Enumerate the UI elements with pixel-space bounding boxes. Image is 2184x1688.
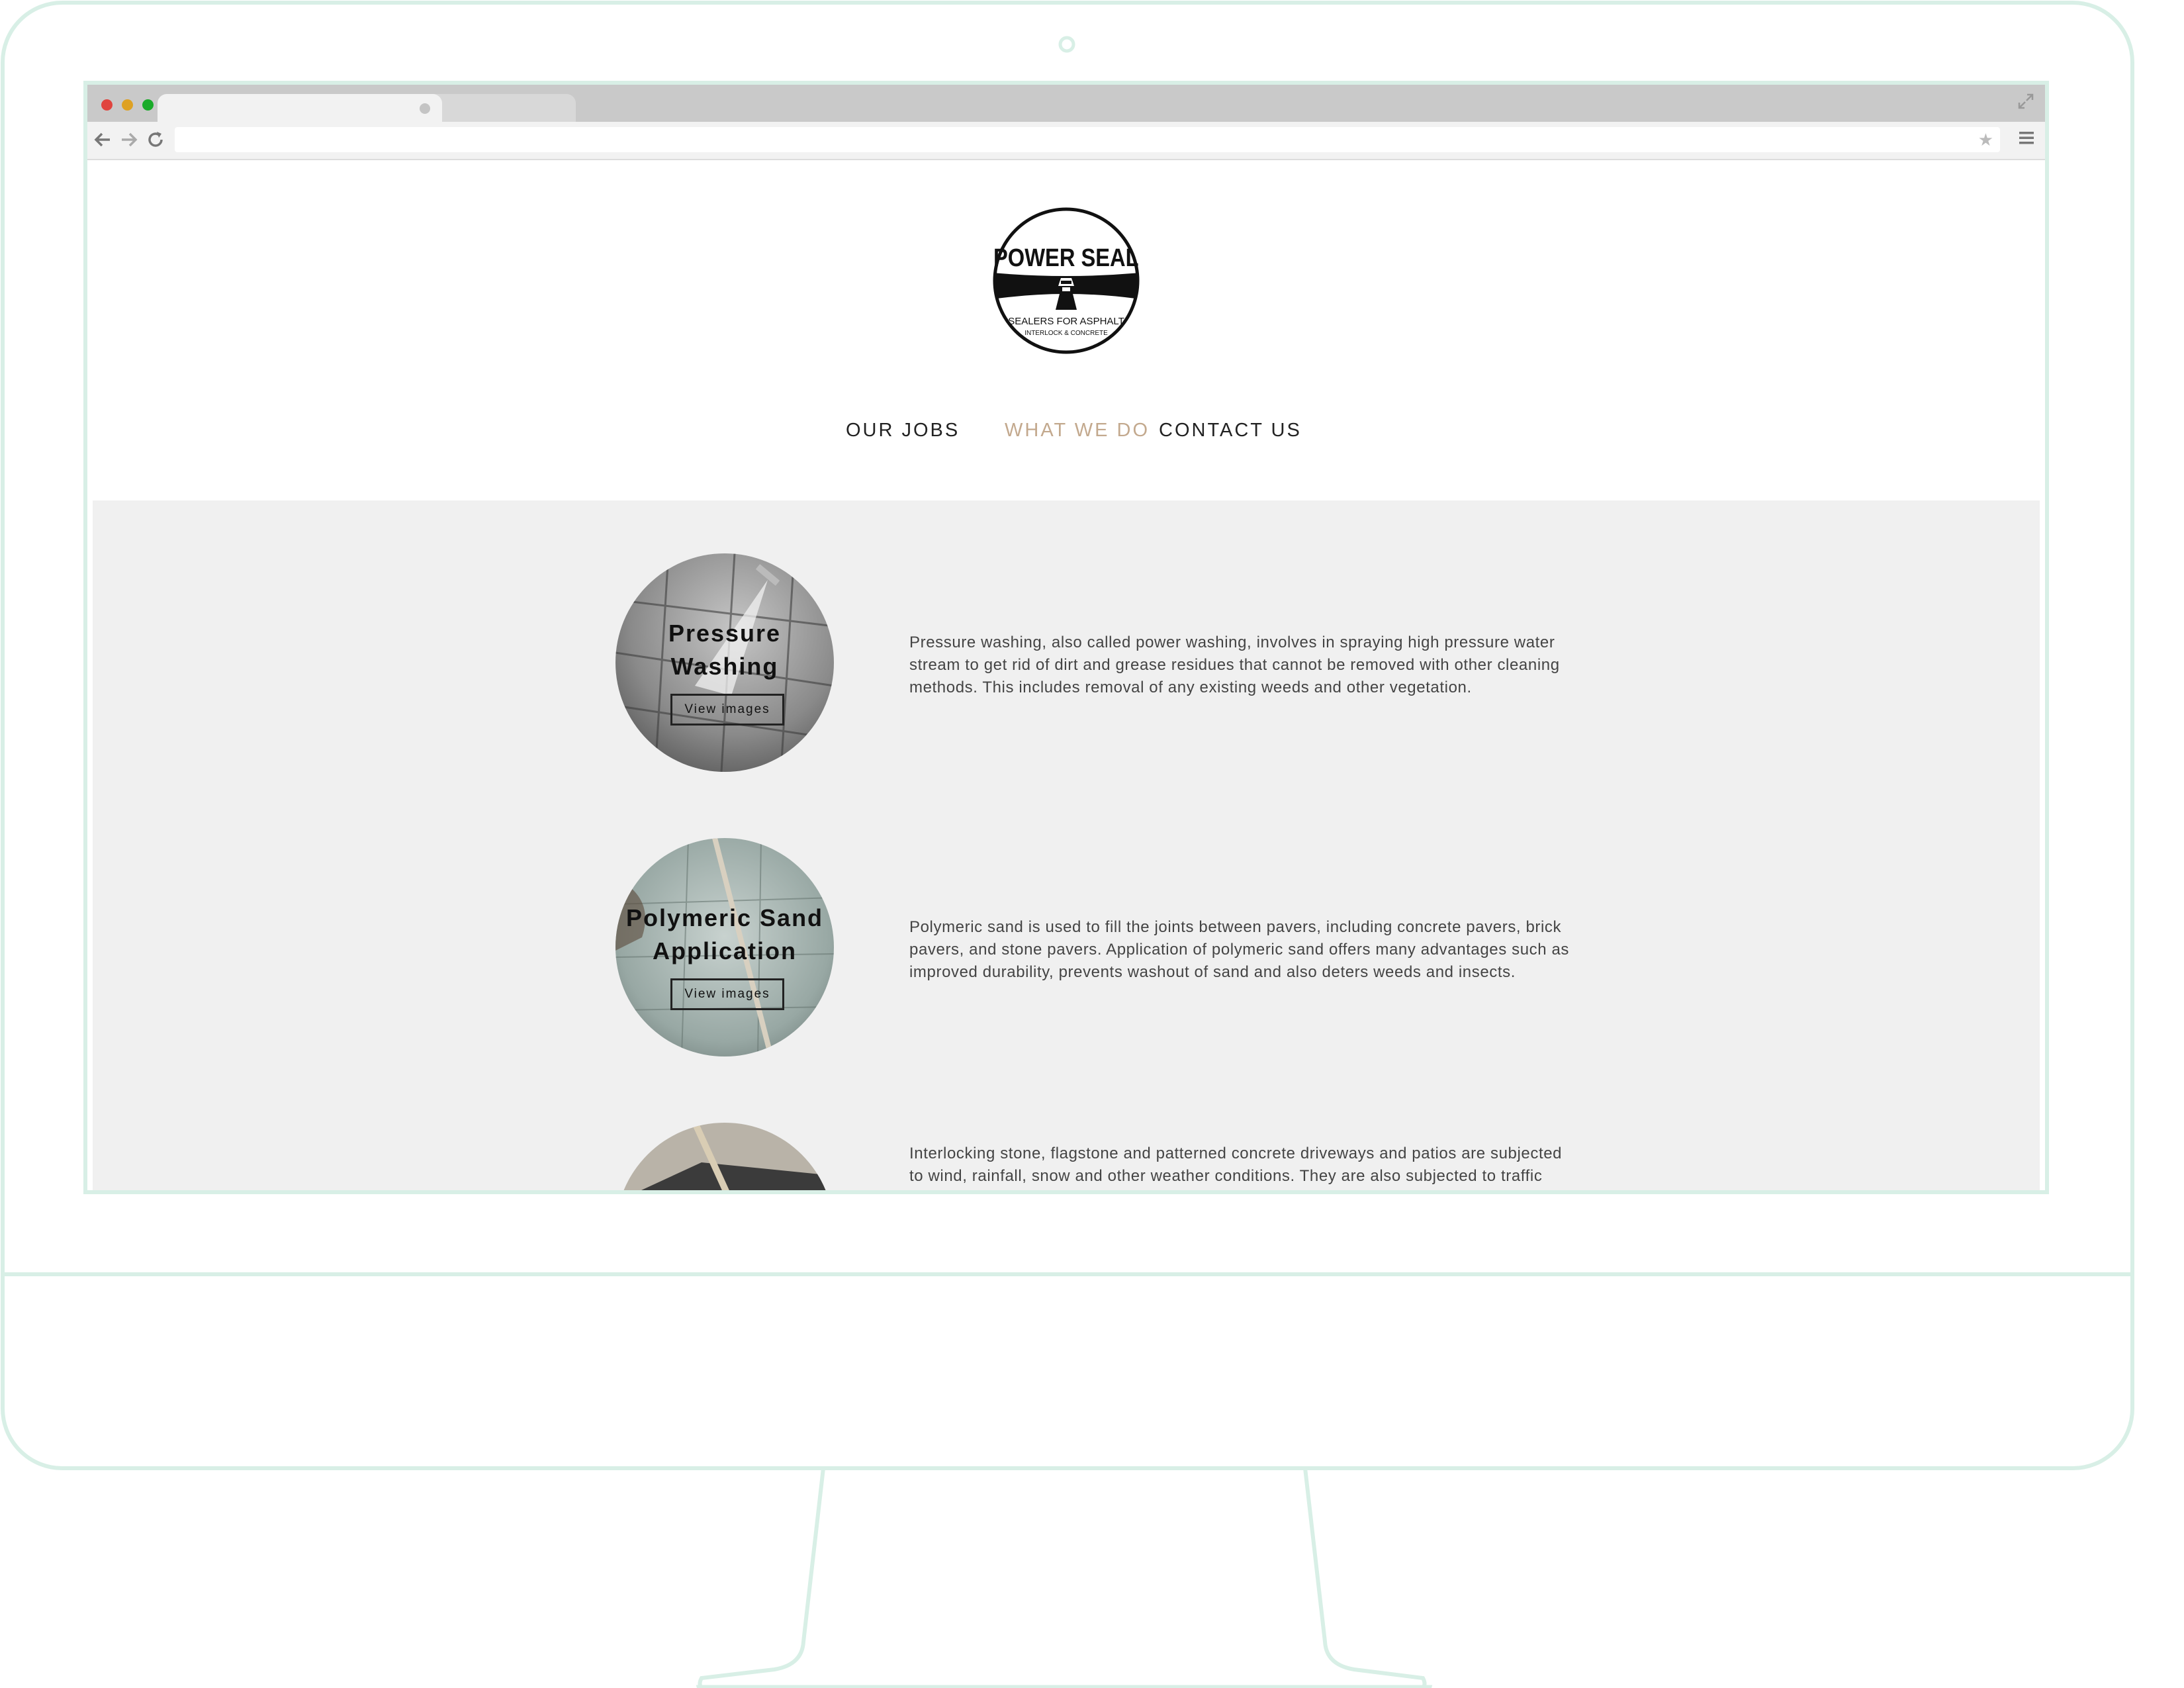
tab-close-icon[interactable] — [420, 103, 430, 114]
service-item: Polymeric Sand Application View images P… — [93, 838, 2040, 1056]
service-image-sealing[interactable] — [615, 1123, 834, 1190]
main-nav: OUR JOBS WHAT WE DO CONTACT US — [93, 420, 2040, 446]
view-images-button[interactable]: View images — [670, 978, 784, 1010]
service-item: Interlocking stone, flagstone and patter… — [93, 1123, 2040, 1190]
web-page: POWER SEAL SEALERS FOR ASPHALT INTERLOCK… — [93, 160, 2040, 1190]
service-description: Polymeric sand is used to fill the joint… — [909, 918, 1570, 981]
service-image-polymeric-sand[interactable]: Polymeric Sand Application View images — [615, 838, 834, 1056]
service-title-line1: Polymeric Sand — [625, 904, 824, 931]
service-description: Interlocking stone, flagstone and patter… — [909, 1145, 1563, 1185]
forward-arrow-icon[interactable] — [118, 128, 140, 151]
browser-tabbar — [87, 85, 2045, 122]
service-description: Pressure washing, also called power wash… — [909, 633, 1560, 696]
nav-our-jobs[interactable]: OUR JOBS — [846, 420, 960, 442]
service-title-line1: Pressure — [668, 620, 782, 647]
service-image-pressure-washing[interactable]: Pressure Washing View images — [615, 553, 834, 772]
address-bar[interactable]: ★ — [175, 127, 2000, 152]
minimize-window-button[interactable] — [122, 99, 133, 111]
screen: ★ POWER SEAL SEALERS FOR ASPHALT INTERLO… — [87, 85, 2045, 1190]
service-title-line2: Washing — [670, 653, 779, 680]
logo-line2: INTERLOCK & CONCRETE — [1024, 330, 1108, 337]
nav-contact-us[interactable]: CONTACT US — [1159, 420, 1302, 442]
browser-toolbar: ★ — [87, 122, 2045, 160]
service-title-line2: Application — [653, 937, 797, 964]
back-arrow-icon[interactable] — [91, 128, 114, 151]
logo-title: POWER SEAL — [993, 244, 1139, 272]
logo-line1: SEALERS FOR ASPHALT — [1008, 316, 1124, 327]
reload-icon[interactable] — [144, 128, 167, 151]
service-title: Pressure Washing — [615, 617, 834, 683]
menu-icon[interactable] — [2017, 130, 2036, 150]
close-window-button[interactable] — [101, 99, 113, 111]
power-seal-logo[interactable]: POWER SEAL SEALERS FOR ASPHALT INTERLOCK… — [992, 207, 1140, 355]
nav-what-we-do[interactable]: WHAT WE DO — [1005, 420, 1150, 442]
browser-tab-active[interactable] — [158, 94, 442, 122]
star-icon[interactable]: ★ — [1978, 130, 1993, 150]
maximize-window-button[interactable] — [142, 99, 154, 111]
view-images-button[interactable]: View images — [670, 694, 784, 726]
service-item: Pressure Washing View images Pressure wa… — [93, 553, 2040, 772]
service-title: Polymeric Sand Application — [615, 902, 834, 968]
expand-icon[interactable] — [2017, 93, 2034, 110]
services-section: Pressure Washing View images Pressure wa… — [93, 500, 2040, 1190]
site-header: POWER SEAL SEALERS FOR ASPHALT INTERLOCK… — [93, 160, 2040, 500]
